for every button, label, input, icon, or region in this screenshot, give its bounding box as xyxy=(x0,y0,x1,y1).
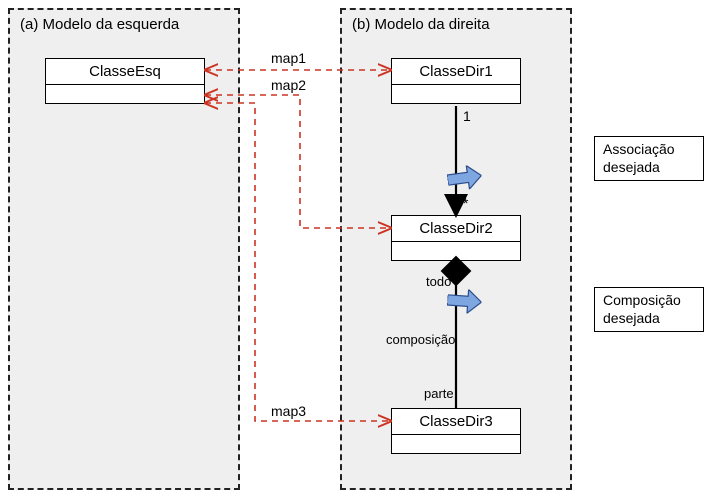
uml-class-dir1-body xyxy=(392,85,520,103)
uml-class-dir3: ClasseDir3 xyxy=(391,408,521,454)
note-composition-line1: Composição xyxy=(603,292,695,310)
diagram-canvas: (a) Modelo da esquerda (b) Modelo da dir… xyxy=(0,0,716,503)
label-map1: map1 xyxy=(271,50,306,66)
note-composition-line2: desejada xyxy=(603,310,695,328)
right-panel-title: (b) Modelo da direita xyxy=(352,16,490,33)
note-association: Associação desejada xyxy=(594,136,704,181)
label-parte: parte xyxy=(424,386,454,401)
note-composition: Composição desejada xyxy=(594,287,704,332)
label-map3: map3 xyxy=(271,403,306,419)
uml-class-dir2-body xyxy=(392,242,520,260)
label-mult-many: * xyxy=(463,195,468,211)
uml-class-dir2: ClasseDir2 xyxy=(391,215,521,261)
uml-class-dir3-name: ClasseDir3 xyxy=(392,409,520,435)
label-map2: map2 xyxy=(271,77,306,93)
note-association-line1: Associação xyxy=(603,141,695,159)
uml-class-dir1: ClasseDir1 xyxy=(391,58,521,104)
left-panel-title: (a) Modelo da esquerda xyxy=(20,16,179,33)
uml-class-dir3-body xyxy=(392,435,520,453)
uml-class-esq-name: ClasseEsq xyxy=(46,59,204,85)
uml-class-dir1-name: ClasseDir1 xyxy=(392,59,520,85)
uml-class-esq-body xyxy=(46,85,204,103)
note-association-line2: desejada xyxy=(603,159,695,177)
label-todo: todo xyxy=(426,274,451,289)
label-composicao: composição xyxy=(386,332,455,347)
uml-class-dir2-name: ClasseDir2 xyxy=(392,216,520,242)
uml-class-esq: ClasseEsq xyxy=(45,58,205,104)
label-mult-one: 1 xyxy=(463,108,471,124)
